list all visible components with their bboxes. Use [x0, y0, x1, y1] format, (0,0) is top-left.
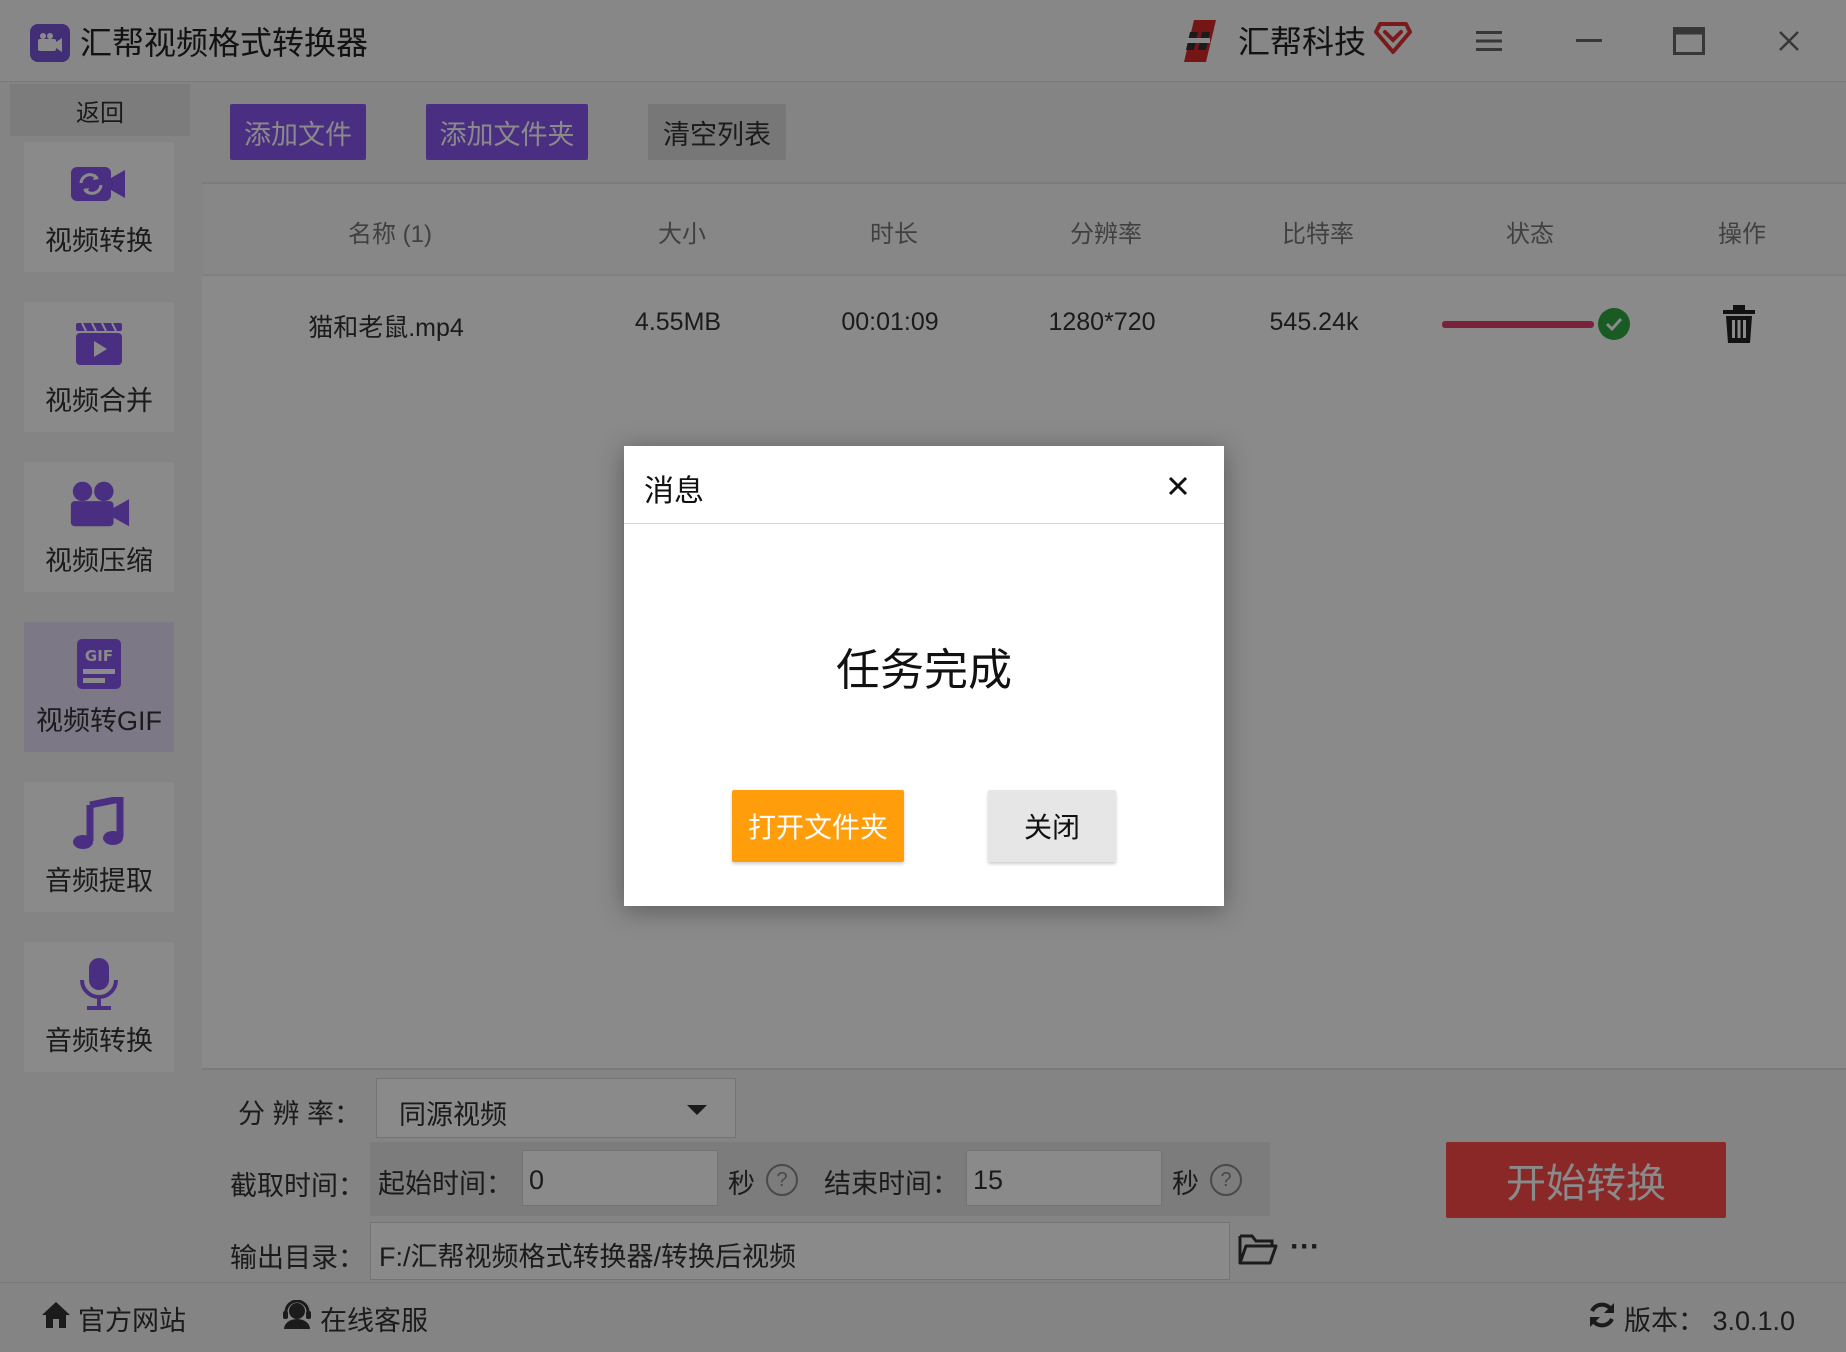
dialog-header: 消息	[624, 446, 1224, 524]
dialog-message: 任务完成	[836, 646, 1012, 695]
message-dialog: 消息 任务完成 打开文件夹 关闭	[624, 446, 1224, 906]
close-button[interactable]: 关闭	[988, 790, 1116, 862]
open-folder-button[interactable]: 打开文件夹	[732, 790, 904, 862]
dialog-title: 消息	[644, 475, 704, 508]
close-icon[interactable]	[1158, 466, 1198, 506]
